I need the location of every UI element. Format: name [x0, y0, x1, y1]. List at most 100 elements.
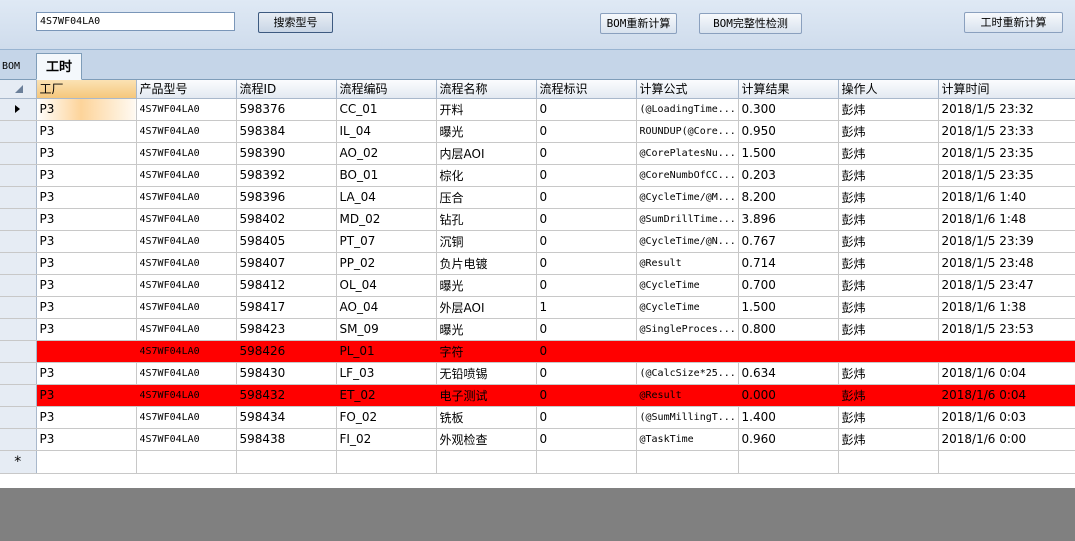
process-flag-cell[interactable]: 0 — [536, 142, 637, 165]
process-code-cell[interactable]: MD_02 — [336, 208, 437, 231]
formula-cell[interactable]: @SingleProces... — [636, 318, 739, 341]
model-cell[interactable]: 4S7WF04LA0 — [136, 208, 237, 231]
calc-time-cell[interactable]: 2018/1/6 1:40 — [938, 186, 1075, 209]
calc-time-cell[interactable]: 2018/1/5 23:33 — [938, 120, 1075, 143]
process-code-cell[interactable]: SM_09 — [336, 318, 437, 341]
model-cell[interactable]: 4S7WF04LA0 — [136, 428, 237, 451]
factory-cell[interactable]: P3 — [36, 406, 137, 429]
formula-cell[interactable] — [636, 340, 739, 363]
work-hours-grid[interactable]: 工厂 产品型号 流程ID 流程编码 流程名称 流程标识 计算公式 计算结果 操作… — [0, 80, 1075, 488]
process-code-cell[interactable]: PP_02 — [336, 252, 437, 275]
table-row[interactable]: P3 4S7WF04LA0 598384 IL_04 曝光 0 ROUNDUP(@Core.… — [0, 120, 1075, 143]
table-row[interactable]: P3 4S7WF04LA0 598412 OL_04 曝光 0 @CycleTime 0.70… — [0, 274, 1075, 297]
calc-time-cell[interactable]: 2018/1/5 23:32 — [938, 98, 1075, 121]
select-all-corner[interactable] — [0, 80, 37, 99]
factory-cell[interactable]: P3 — [36, 186, 137, 209]
process-code-cell[interactable]: AO_04 — [336, 296, 437, 319]
calc-time-cell[interactable]: 2018/1/5 23:35 — [938, 142, 1075, 165]
result-cell[interactable]: 8.200 — [738, 186, 839, 209]
result-cell[interactable]: 1.500 — [738, 142, 839, 165]
formula-cell[interactable]: @CycleTime — [636, 296, 739, 319]
process-code-cell[interactable]: IL_04 — [336, 120, 437, 143]
model-cell[interactable]: 4S7WF04LA0 — [136, 274, 237, 297]
calc-time-cell[interactable]: 2018/1/6 0:04 — [938, 384, 1075, 407]
row-header[interactable] — [0, 186, 37, 209]
process-name-cell[interactable]: 外观检查 — [436, 428, 537, 451]
operator-cell[interactable]: 彭炜 — [838, 384, 939, 407]
row-header[interactable] — [0, 318, 37, 341]
calc-time-cell[interactable]: 2018/1/5 23:39 — [938, 230, 1075, 253]
model-cell[interactable]: 4S7WF04LA0 — [136, 340, 237, 363]
operator-cell[interactable]: 彭炜 — [838, 252, 939, 275]
row-header[interactable] — [0, 340, 37, 363]
table-row[interactable]: P3 4S7WF04LA0 598376 CC_01 开料 0 (@LoadingTime… — [0, 98, 1075, 121]
table-row[interactable]: P3 4S7WF04LA0 598423 SM_09 曝光 0 @SingleProces.… — [0, 318, 1075, 341]
model-cell[interactable]: 4S7WF04LA0 — [136, 296, 237, 319]
result-cell[interactable]: 0.714 — [738, 252, 839, 275]
operator-cell[interactable]: 彭炜 — [838, 230, 939, 253]
formula-cell[interactable]: @CycleTime/@N... — [636, 230, 739, 253]
model-cell[interactable]: 4S7WF04LA0 — [136, 142, 237, 165]
row-header[interactable] — [0, 296, 37, 319]
new-row-cell[interactable] — [938, 450, 1075, 474]
factory-cell[interactable] — [36, 340, 137, 363]
process-id-cell[interactable]: 598423 — [236, 318, 337, 341]
process-flag-cell[interactable]: 0 — [536, 186, 637, 209]
result-cell[interactable]: 0.634 — [738, 362, 839, 385]
model-cell[interactable]: 4S7WF04LA0 — [136, 186, 237, 209]
process-name-cell[interactable]: 曝光 — [436, 120, 537, 143]
process-id-cell[interactable]: 598405 — [236, 230, 337, 253]
column-header-model[interactable]: 产品型号 — [136, 80, 237, 99]
process-flag-cell[interactable]: 0 — [536, 252, 637, 275]
formula-cell[interactable]: ROUNDUP(@Core... — [636, 120, 739, 143]
process-name-cell[interactable]: 沉铜 — [436, 230, 537, 253]
result-cell[interactable]: 0.203 — [738, 164, 839, 187]
process-name-cell[interactable]: 开料 — [436, 98, 537, 121]
row-header[interactable] — [0, 406, 37, 429]
table-row[interactable]: 4S7WF04LA0 598426 PL_01 字符 0 — [0, 340, 1075, 363]
row-header[interactable] — [0, 274, 37, 297]
result-cell[interactable]: 1.400 — [738, 406, 839, 429]
factory-cell[interactable]: P3 — [36, 142, 137, 165]
new-row-cell[interactable] — [436, 450, 537, 474]
bom-recalculate-button[interactable]: BOM重新计算 — [600, 13, 677, 34]
operator-cell[interactable]: 彭炜 — [838, 142, 939, 165]
formula-cell[interactable]: @CoreNumbOfCC... — [636, 164, 739, 187]
model-search-input[interactable] — [36, 12, 235, 31]
process-code-cell[interactable]: LF_03 — [336, 362, 437, 385]
new-row-cell[interactable] — [738, 450, 839, 474]
column-header-result[interactable]: 计算结果 — [738, 80, 839, 99]
process-name-cell[interactable]: 压合 — [436, 186, 537, 209]
operator-cell[interactable]: 彭炜 — [838, 120, 939, 143]
calc-time-cell[interactable]: 2018/1/5 23:48 — [938, 252, 1075, 275]
calc-time-cell[interactable]: 2018/1/6 1:48 — [938, 208, 1075, 231]
operator-cell[interactable]: 彭炜 — [838, 164, 939, 187]
row-header[interactable] — [0, 362, 37, 385]
table-row[interactable]: P3 4S7WF04LA0 598390 AO_02 内层AOI 0 @CorePlates… — [0, 142, 1075, 165]
process-flag-cell[interactable]: 0 — [536, 318, 637, 341]
process-code-cell[interactable]: FO_02 — [336, 406, 437, 429]
formula-cell[interactable]: (@SumMillingT... — [636, 406, 739, 429]
table-row[interactable]: P3 4S7WF04LA0 598417 AO_04 外层AOI 1 @CycleTime 1… — [0, 296, 1075, 319]
operator-cell[interactable]: 彭炜 — [838, 296, 939, 319]
row-header[interactable] — [0, 120, 37, 143]
process-code-cell[interactable]: FI_02 — [336, 428, 437, 451]
calc-time-cell[interactable]: 2018/1/5 23:47 — [938, 274, 1075, 297]
process-id-cell[interactable]: 598438 — [236, 428, 337, 451]
formula-cell[interactable]: @CorePlatesNu... — [636, 142, 739, 165]
calc-time-cell[interactable]: 2018/1/6 0:03 — [938, 406, 1075, 429]
formula-cell[interactable]: @TaskTime — [636, 428, 739, 451]
column-header-process-flag[interactable]: 流程标识 — [536, 80, 637, 99]
factory-cell[interactable]: P3 — [36, 428, 137, 451]
process-id-cell[interactable]: 598390 — [236, 142, 337, 165]
process-id-cell[interactable]: 598396 — [236, 186, 337, 209]
process-code-cell[interactable]: CC_01 — [336, 98, 437, 121]
new-row-cell[interactable] — [336, 450, 437, 474]
column-header-process-code[interactable]: 流程编码 — [336, 80, 437, 99]
column-header-factory[interactable]: 工厂 — [36, 80, 137, 99]
process-flag-cell[interactable]: 1 — [536, 296, 637, 319]
new-row-cell[interactable] — [36, 450, 137, 474]
calc-time-cell[interactable]: 2018/1/5 23:53 — [938, 318, 1075, 341]
process-flag-cell[interactable]: 0 — [536, 208, 637, 231]
factory-cell[interactable]: P3 — [36, 252, 137, 275]
